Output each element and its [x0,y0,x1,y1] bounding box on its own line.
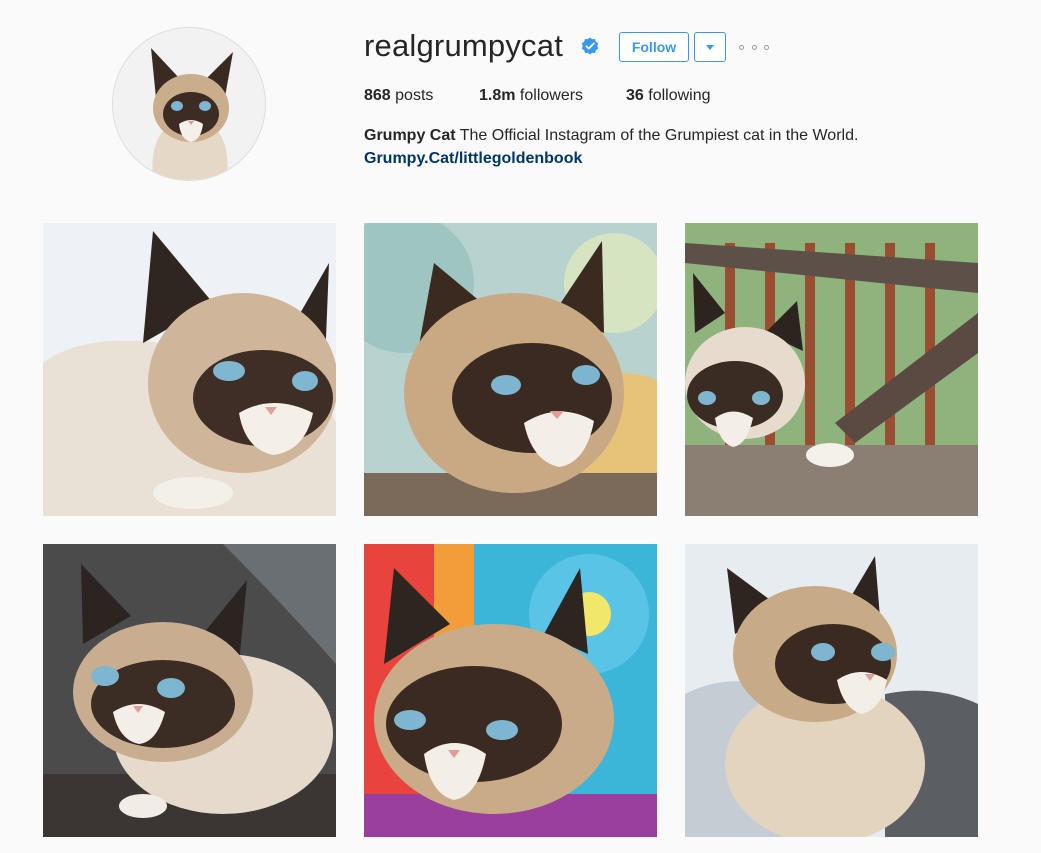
post-image [685,544,978,837]
profile-bio: Grumpy Cat The Official Instagram of the… [364,125,858,147]
avatar-cat-image [113,28,265,180]
followers-stat[interactable]: 1.8m followers [479,86,583,106]
post-image [43,223,336,516]
post-thumbnail[interactable] [43,223,336,516]
post-thumbnail[interactable] [685,544,978,837]
caret-down-icon [706,44,714,50]
bio-website-link[interactable]: Grumpy.Cat/littlegoldenbook [364,148,582,170]
post-image [364,544,657,837]
more-options-icon [739,44,744,50]
following-label: following [648,87,711,104]
post-image [685,223,978,516]
following-count: 36 [626,87,644,104]
bio-text: The Official Instagram of the Grumpiest … [459,127,859,144]
followers-label: followers [519,87,584,104]
bio-name: Grumpy Cat [364,127,456,144]
more-options-button[interactable] [739,39,769,55]
posts-stat: 868 posts [364,86,433,106]
follow-dropdown-button[interactable] [694,32,726,62]
following-stat[interactable]: 36 following [626,86,711,106]
follow-button[interactable]: Follow [619,32,689,62]
followers-count: 1.8m [479,87,516,104]
posts-label: posts [395,87,434,104]
post-thumbnail[interactable] [364,544,657,837]
post-thumbnail[interactable] [685,223,978,516]
more-options-icon [751,44,757,50]
more-options-icon [764,44,769,50]
profile-avatar[interactable] [112,27,266,181]
posts-count: 868 [364,87,391,104]
post-thumbnail[interactable] [43,544,336,837]
post-image [364,223,657,516]
verified-badge-icon [581,37,599,55]
profile-username: realgrumpycat [364,28,564,63]
post-image [43,544,336,837]
post-thumbnail[interactable] [364,223,657,516]
